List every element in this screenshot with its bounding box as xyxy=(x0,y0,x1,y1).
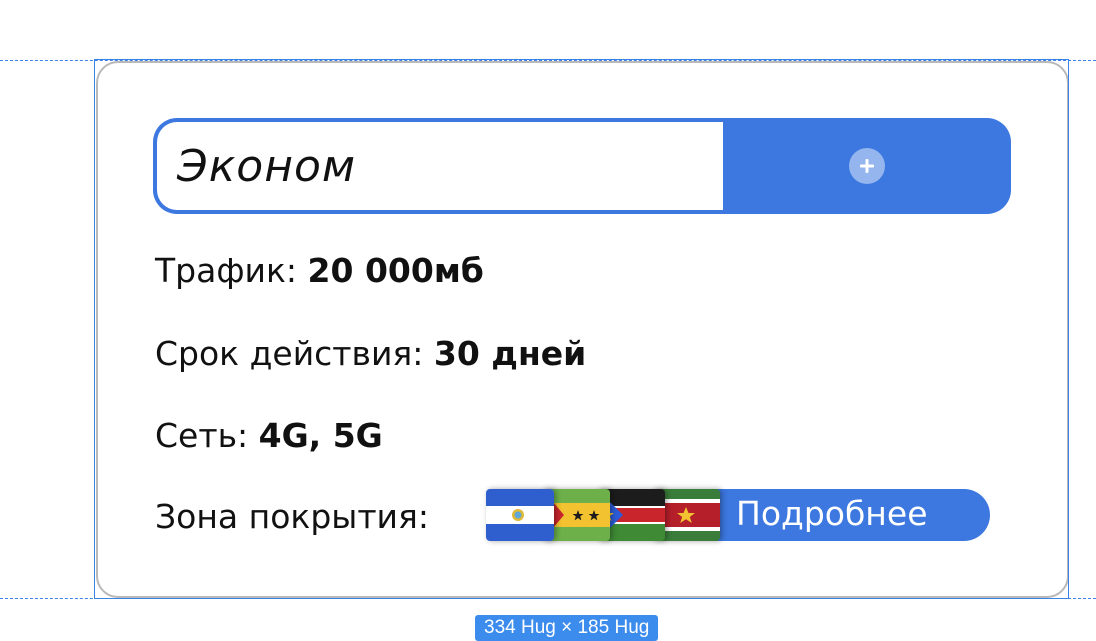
traffic-label: Трафик: xyxy=(155,251,308,290)
validity-value: 30 дней xyxy=(433,334,587,373)
plan-name: Эконом xyxy=(177,140,357,192)
traffic-value: 20 000мб xyxy=(307,251,484,290)
coverage-label: Зона покрытия: xyxy=(155,497,429,536)
nicaragua-flag-icon xyxy=(486,489,554,541)
plan-name-box: Эконом xyxy=(157,122,723,210)
add-plan-button[interactable] xyxy=(849,148,885,184)
details-label: Подробнее xyxy=(736,494,928,533)
network-value: 4G, 5G xyxy=(258,416,383,455)
plus-icon xyxy=(860,159,874,173)
network-row: Сеть: 4G, 5G xyxy=(155,416,383,455)
coverage-details-button[interactable]: Подробнее xyxy=(486,489,990,541)
validity-row: Срок действия: 30 дней xyxy=(155,334,586,373)
plan-header: Эконом xyxy=(153,118,1011,214)
size-badge: 334 Hug × 185 Hug xyxy=(475,615,659,641)
validity-label: Срок действия: xyxy=(155,334,434,373)
traffic-row: Трафик: 20 000мб xyxy=(155,251,484,290)
network-label: Сеть: xyxy=(155,416,259,455)
